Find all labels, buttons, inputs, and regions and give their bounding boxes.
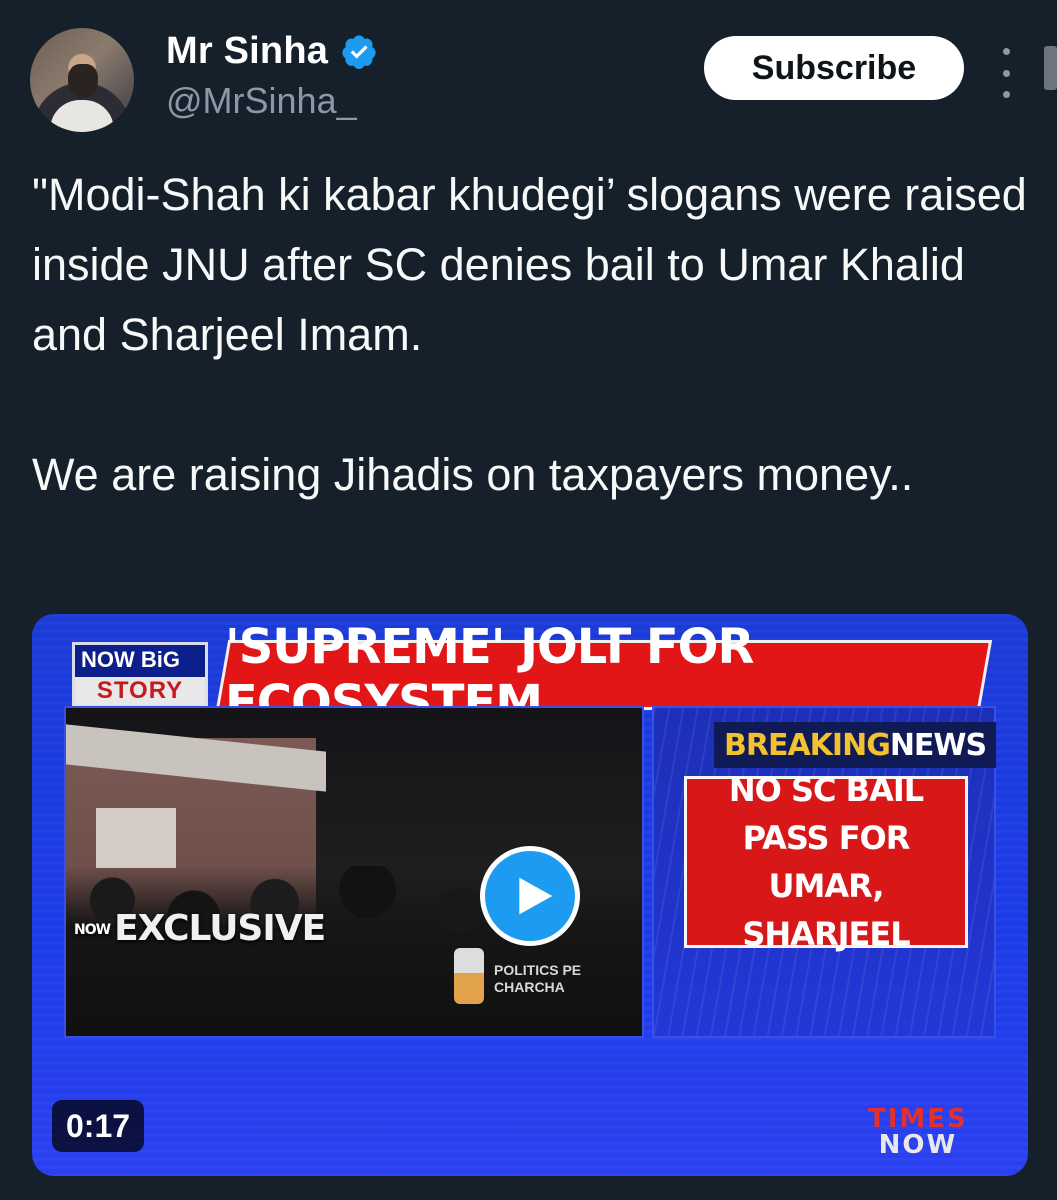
- breaking-word: BREAKING: [724, 727, 891, 763]
- more-dot: [1002, 91, 1010, 98]
- big-story-bottom: STORY: [75, 677, 205, 705]
- big-story-top: NOW BiG: [81, 647, 180, 672]
- politics-pe-charcha-logo: [454, 948, 484, 1004]
- scene-window: [96, 808, 176, 868]
- news-headline-bar: 'SUPREME' JOLT FOR ECOSYSTEM: [215, 619, 993, 731]
- more-vertical-icon[interactable]: [996, 48, 1016, 98]
- breaking-news-label: BREAKING NEWS: [714, 722, 997, 768]
- channel-logo-bottom: NOW: [878, 1130, 958, 1160]
- channel-logo: TIMES NOW: [868, 1106, 968, 1158]
- exclusive-text: EXCLUSIVE: [114, 908, 326, 949]
- channel-logo-top: TIMES: [868, 1104, 968, 1134]
- avatar-face: [68, 64, 98, 98]
- play-icon[interactable]: [480, 846, 580, 946]
- exclusive-channel: NOW: [74, 922, 111, 938]
- tweet-text: "Modi-Shah ki kabar khudegi’ slogans wer…: [32, 169, 1027, 500]
- breaking-news-panel: BREAKING NEWS NO SC BAIL PASS FOR UMAR, S…: [652, 706, 997, 1038]
- author-display-name[interactable]: Mr Sinha: [166, 30, 328, 73]
- video-player[interactable]: NOW BiG STORY 'SUPREME' JOLT FOR ECOSYST…: [32, 614, 1028, 1176]
- video-duration: 0:17: [52, 1100, 145, 1152]
- big-story-logo: NOW BiG STORY: [72, 642, 208, 708]
- exclusive-label: NOW EXCLUSIVE: [74, 908, 326, 949]
- subscribe-button[interactable]: Subscribe: [704, 36, 964, 100]
- news-banner: NOW BiG STORY 'SUPREME' JOLT FOR ECOSYST…: [32, 619, 1028, 731]
- more-dot: [1002, 48, 1010, 55]
- more-dot: [1002, 69, 1010, 77]
- avatar-shirt: [50, 100, 114, 132]
- news-word: NEWS: [889, 727, 987, 763]
- verified-badge-icon: [342, 34, 376, 69]
- author-handle[interactable]: @MrSinha_: [166, 80, 357, 122]
- breaking-news-text: NO SC BAIL PASS FOR UMAR, SHARJEEL: [684, 771, 968, 953]
- author-name-row[interactable]: Mr Sinha: [166, 30, 378, 73]
- tweet-card: Mr Sinha @MrSinha_ Subscribe "Modi-Shah …: [0, 0, 1057, 1200]
- scrollbar[interactable]: [1044, 46, 1057, 90]
- play-triangle: [519, 877, 553, 915]
- avatar[interactable]: [30, 28, 134, 132]
- politics-pe-charcha-text: POLITICS PE CHARCHA: [494, 962, 582, 995]
